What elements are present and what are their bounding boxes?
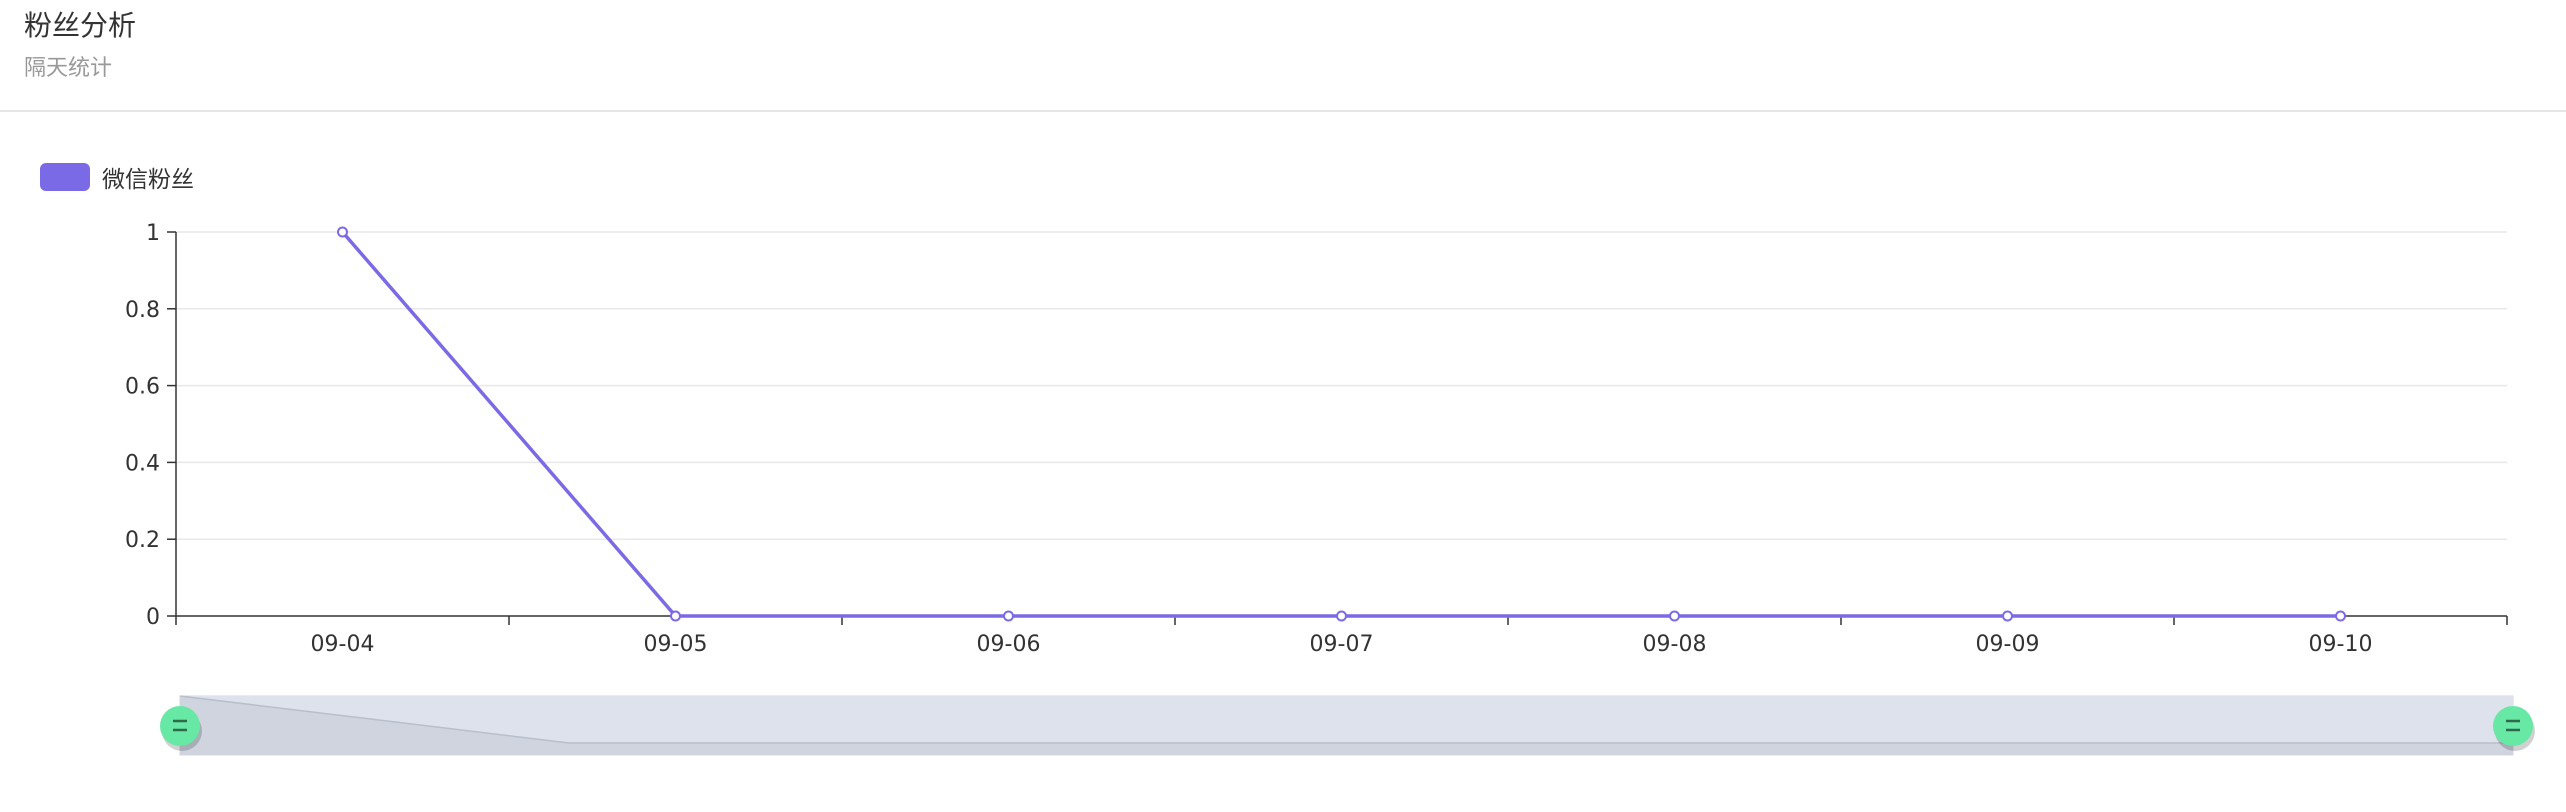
grid-lines [176,231,2507,540]
series-wechat-fans [337,226,2346,622]
x-tick-label: 09-08 [1643,632,1707,657]
x-tick-label: 09-04 [311,632,375,657]
data-point[interactable] [2002,610,2013,622]
y-tick-label: 0.8 [125,298,160,323]
data-point[interactable] [1336,610,1347,622]
x-tick-label: 09-07 [1310,632,1374,657]
data-point[interactable] [337,226,348,238]
x-axis: 09-04 09-05 09-06 09-07 09-08 09-09 09-10 [175,615,2508,657]
y-tick-label: 0.6 [125,375,160,400]
x-tick-label: 09-06 [977,632,1041,657]
zoom-handle-knob[interactable] [2493,706,2533,746]
data-point[interactable] [670,610,681,622]
x-tick-label: 09-10 [2309,632,2373,657]
data-point[interactable] [2335,610,2346,622]
data-point[interactable] [1003,610,1014,622]
x-tick-label: 09-05 [644,632,708,657]
y-tick-label: 1 [146,221,160,246]
y-tick-label: 0.4 [125,451,160,476]
line-chart: 0 0.2 0.4 0.6 0.8 1 09-04 09-05 09-06 09-07 09-08… [125,221,2535,756]
series-line [341,230,2341,618]
y-tick-label: 0 [146,605,160,630]
data-zoom-slider[interactable] [160,695,2535,756]
x-tick-label: 09-09 [1976,632,2040,657]
y-axis: 0 0.2 0.4 0.6 0.8 1 [125,221,177,630]
data-point[interactable] [1669,610,1680,622]
y-tick-label: 0.2 [125,528,160,553]
zoom-handle-knob[interactable] [160,706,200,746]
